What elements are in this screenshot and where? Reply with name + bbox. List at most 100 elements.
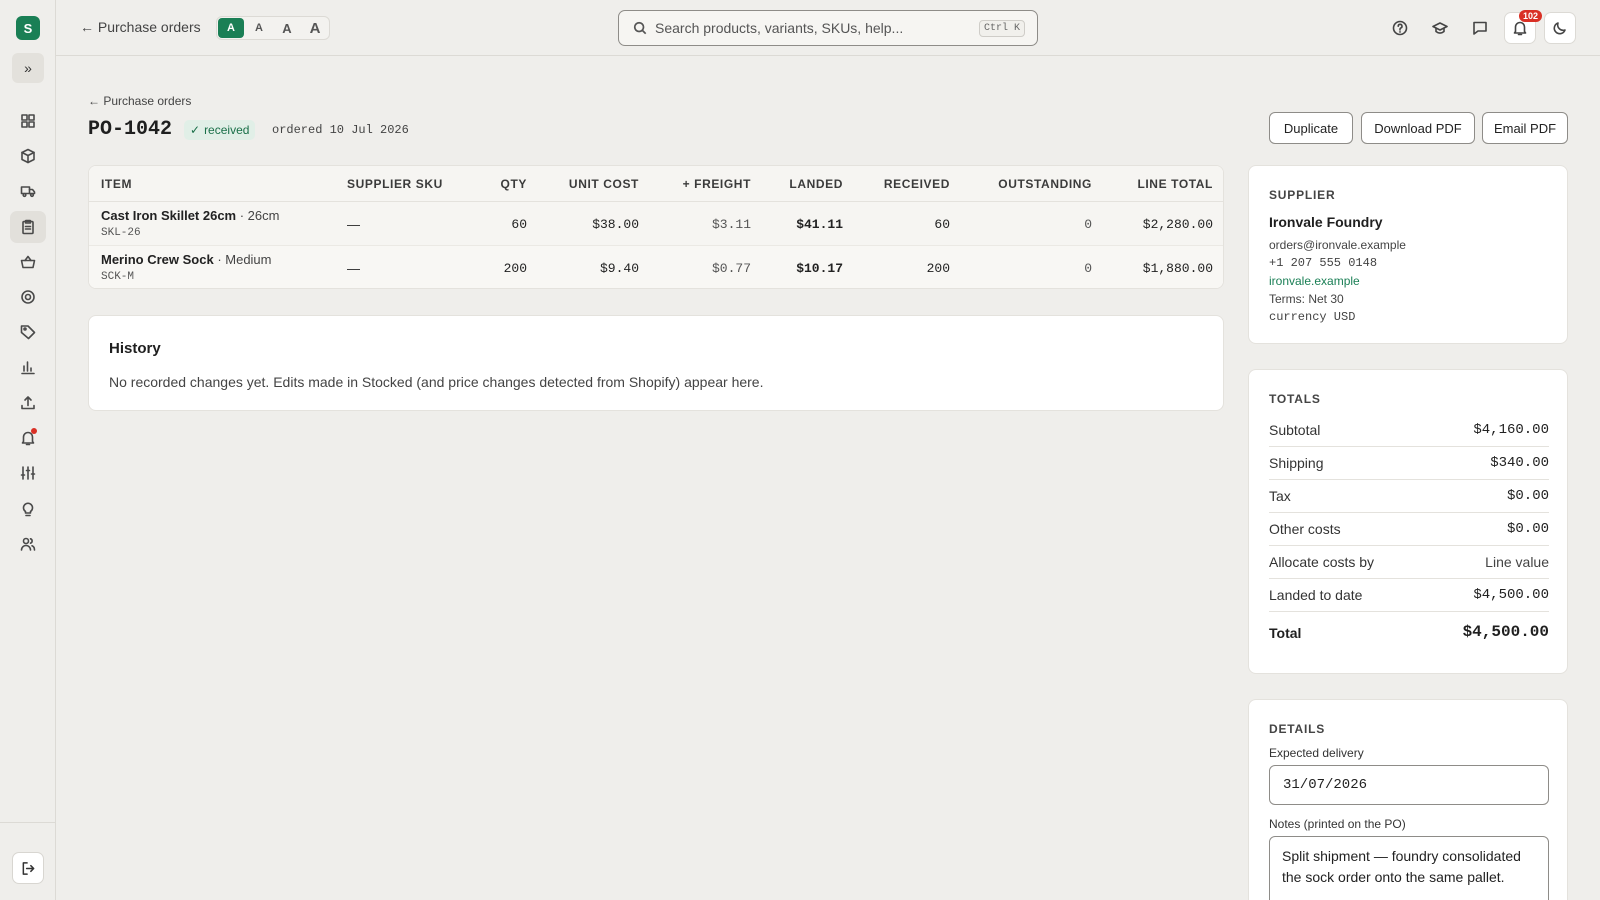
nav-purchase-orders[interactable] [10,211,46,243]
allocation-method[interactable]: Line value [1485,554,1549,570]
item-name[interactable]: Merino Crew Sock · Medium [101,252,272,267]
help-button[interactable] [1384,12,1416,44]
topbar: ← Purchase orders A A A A Ctrl K 102 [56,0,1600,56]
logout-button[interactable] [12,852,44,884]
supplier-phone: +1 207 555 0148 [1269,256,1378,270]
duplicate-button[interactable]: Duplicate [1269,112,1353,144]
font-size-large[interactable]: A [274,18,300,38]
truck-icon [20,186,36,198]
nav-orders[interactable] [10,246,46,278]
nav-team[interactable] [10,528,46,560]
ordered-date: ordered 10 Jul 2026 [272,123,409,137]
table-row[interactable]: Merino Crew Sock · Medium SCK-M — 200 $9… [89,246,1223,288]
totals-title: TOTALS [1269,392,1321,406]
totals-label: Shipping [1269,455,1324,471]
help-circle-icon [1392,20,1408,36]
totals-label: Tax [1269,488,1291,504]
nav-reports[interactable] [10,351,46,383]
logout-icon [22,861,34,875]
font-size-xlarge[interactable]: A [302,18,328,38]
freight: $3.11 [711,217,751,232]
nav-tips[interactable] [10,493,46,525]
font-size-medium[interactable]: A [246,18,272,38]
box-icon [21,148,35,164]
notes-textarea[interactable]: Split shipment — foundry consolidated th… [1269,836,1549,900]
sidebar: S » [0,0,56,900]
check-icon: ✓ [190,123,201,137]
sidebar-divider [0,822,56,823]
unit-cost: $9.40 [599,261,639,276]
expand-sidebar-button[interactable]: » [12,53,44,83]
totals-row: Landed to date $4,500.00 [1269,579,1549,612]
back-to-purchase-orders-link[interactable]: ← Purchase orders [80,19,201,35]
email-pdf-button[interactable]: Email PDF [1482,112,1568,144]
item-variant: · Medium [213,252,272,267]
search-shortcut-hint: Ctrl K [978,20,1025,37]
nav-products[interactable] [10,140,46,172]
upload-icon [21,396,35,410]
totals-row: Tax $0.00 [1269,480,1549,513]
line-total: $2,280.00 [1142,217,1213,232]
bell-icon [1513,21,1527,36]
tag-icon [20,325,36,340]
totals-value: $0.00 [1506,521,1549,537]
notifications-button[interactable]: 102 [1504,10,1543,44]
notification-count-badge: 102 [1519,10,1543,22]
totals-row: Other costs $0.00 [1269,513,1549,546]
expected-delivery-input[interactable] [1269,765,1549,805]
bar-chart-icon [21,361,35,375]
grid-icon [21,114,35,128]
total-value: $4,500.00 [1462,623,1549,641]
history-empty-text: No recorded changes yet. Edits made in S… [109,374,764,390]
graduation-cap-icon [1432,22,1448,34]
item-sku: SKL-26 [101,227,141,239]
supplier-sku: — [347,261,360,276]
users-icon [20,537,36,551]
theme-toggle-button[interactable] [1544,12,1576,44]
item-sku: SCK-M [101,271,135,283]
nav-locations[interactable] [10,281,46,313]
item-name[interactable]: Cast Iron Skillet 26cm · 26cm [101,208,279,223]
totals-panel: TOTALS Subtotal $4,160.00 Shipping $340.00… [1248,369,1568,674]
supplier-email: orders@ironvale.example [1269,238,1406,252]
nav-settings[interactable] [10,457,46,489]
supplier-terms: Terms: Net 30 [1269,292,1344,306]
app-logo[interactable]: S [16,16,40,40]
totals-row: Shipping $340.00 [1269,447,1549,480]
supplier-website-link[interactable]: ironvale.example [1269,274,1360,288]
message-square-icon [1473,21,1487,35]
received: 200 [926,261,950,276]
download-pdf-button[interactable]: Download PDF [1361,112,1475,144]
history-card: History No recorded changes yet. Edits m… [88,315,1224,411]
table-row[interactable]: Cast Iron Skillet 26cm · 26cm SKL-26 — 6… [89,202,1223,246]
nav-pricing[interactable] [10,316,46,348]
supplier-name: Ironvale Foundry [1269,214,1383,230]
column-header: SUPPLIER SKU [347,177,443,191]
font-size-small[interactable]: A [218,18,244,38]
totals-value: $0.00 [1506,488,1549,504]
sliders-icon [20,466,36,480]
search-bar[interactable]: Ctrl K [618,10,1038,46]
nav-alerts[interactable] [10,422,46,454]
nav-shipments[interactable] [10,175,46,207]
qty: 200 [503,261,527,276]
nav-export[interactable] [10,387,46,419]
moon-icon [1553,22,1566,35]
breadcrumb[interactable]: ← Purchase orders [88,94,191,108]
learn-button[interactable] [1424,12,1456,44]
qty: 60 [511,217,527,232]
nav-dashboard[interactable] [10,105,46,137]
alert-dot [31,428,37,434]
basket-icon [20,255,36,269]
totals-label: Landed to date [1269,587,1363,603]
column-header: ITEM [101,177,133,191]
feedback-button[interactable] [1464,12,1496,44]
supplier-title: SUPPLIER [1269,188,1336,202]
totals-value: $340.00 [1490,455,1549,471]
total-label: Total [1269,625,1302,641]
column-header: LANDED [789,177,843,191]
column-header: QTY [500,177,527,191]
search-input[interactable] [655,20,975,36]
column-header: UNIT COST [568,177,639,191]
status-badge: ✓ received [184,120,256,140]
